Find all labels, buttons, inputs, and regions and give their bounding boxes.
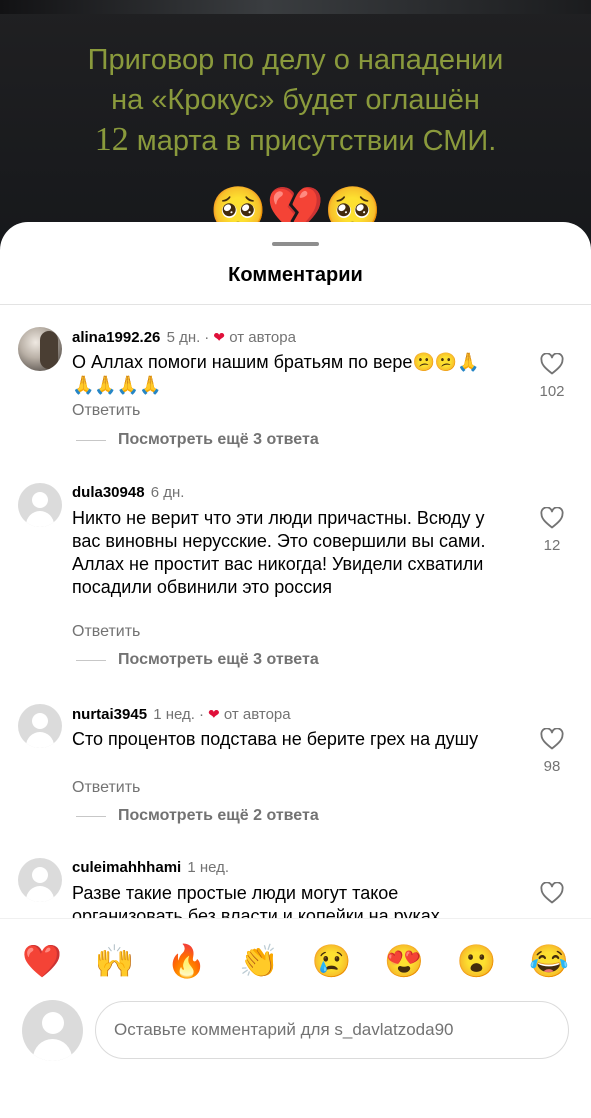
emoji-raised-hands[interactable]: 🙌 — [94, 942, 135, 980]
comment-username[interactable]: alina1992.26 — [72, 329, 160, 346]
comment-text: О Аллах помоги нашим братьям по вере😕😕🙏🙏… — [72, 352, 480, 395]
emoji-fire[interactable]: 🔥 — [167, 942, 207, 980]
liked-by-author-label: от автора — [223, 706, 291, 723]
emoji-reaction-bar: ❤️ 🙌 🔥 👏 😢 😍 😮 😂 — [0, 918, 591, 1002]
heart-outline-icon — [540, 507, 564, 529]
comment-username[interactable]: nurtai3945 — [72, 706, 147, 723]
comment-text: Сто процентов подстава не берите грех на… — [72, 729, 479, 749]
view-more-replies-label: Посмотреть ещё 3 ответа — [118, 431, 319, 448]
comment-username[interactable]: culeimahhhami — [72, 859, 181, 876]
avatar-placeholder-head — [32, 867, 48, 883]
comments-list[interactable]: alina1992.26 5 дн. · ❤ от автора О Аллах п… — [0, 318, 591, 922]
heart-outline-icon — [540, 882, 564, 904]
emoji-heart-eyes[interactable]: 😍 — [384, 942, 424, 980]
replies-line — [76, 440, 106, 441]
post-caption-line-3: 12 марта в присутствии СМИ. — [20, 120, 571, 161]
meta-separator: · — [204, 329, 210, 346]
like-count: 102 — [539, 383, 565, 400]
avatar-placeholder-head — [32, 713, 48, 729]
reply-button[interactable]: Ответить — [72, 623, 140, 641]
like-count: 12 — [543, 537, 561, 554]
emoji-crying[interactable]: 😢 — [312, 942, 352, 980]
reply-button[interactable]: Ответить — [72, 779, 140, 797]
avatar-photo-hair — [40, 331, 58, 369]
replies-line — [76, 660, 106, 661]
emoji-surprised[interactable]: 😮 — [457, 942, 497, 980]
avatar[interactable] — [18, 858, 62, 902]
comment-meta: alina1992.26 5 дн. · ❤ от автора — [72, 327, 296, 348]
avatar-placeholder-body — [26, 732, 54, 748]
avatar-placeholder-body — [26, 511, 54, 527]
emoji-heart[interactable]: ❤️ — [22, 942, 62, 980]
like-button[interactable] — [537, 353, 567, 375]
drag-handle[interactable] — [272, 242, 319, 246]
my-avatar — [22, 1000, 83, 1061]
sheet-title: Комментарии — [228, 264, 363, 286]
sheet-divider — [0, 304, 591, 305]
author-heart-icon: ❤ — [207, 706, 220, 722]
avatar-placeholder-head — [42, 1012, 64, 1034]
avatar[interactable] — [18, 704, 62, 748]
post-caption-line-3-rest: марта в присутствии СМИ. — [128, 125, 497, 157]
meta-separator: · — [198, 706, 204, 723]
avatar-placeholder-body — [26, 886, 54, 902]
post-preview: Приговор по делу о нападении на «Крокус»… — [0, 0, 591, 260]
reply-button[interactable]: Ответить — [72, 402, 140, 420]
like-button[interactable] — [537, 507, 567, 529]
comment-input[interactable] — [95, 1001, 569, 1059]
view-more-replies-label: Посмотреть ещё 3 ответа — [118, 651, 319, 668]
heart-outline-icon — [540, 353, 564, 375]
liked-by-author-label: от автора — [229, 329, 296, 346]
heart-outline-icon — [540, 728, 564, 750]
avatar-placeholder-body — [33, 1039, 72, 1061]
post-caption: Приговор по делу о нападении на «Крокус»… — [20, 40, 571, 161]
author-heart-icon: ❤ — [213, 329, 226, 345]
post-image-strip — [0, 0, 591, 14]
emoji-clapping[interactable]: 👏 — [239, 942, 279, 980]
comment-time: 1 нед. — [187, 859, 230, 876]
replies-line — [76, 816, 106, 817]
emoji-laughing[interactable]: 😂 — [529, 942, 569, 980]
comment-text: Никто не верит что эти люди причастны. В… — [72, 508, 486, 597]
comment-username[interactable]: dula30948 — [72, 484, 145, 501]
comment-time: 6 дн. — [150, 484, 185, 501]
comment-text: Разве такие простые люди могут такое орг… — [72, 883, 440, 922]
comment-meta: nurtai3945 1 нед. · ❤ от автора — [72, 704, 291, 725]
comment-meta: dula30948 6 дн. — [72, 483, 184, 503]
post-caption-number: 12 — [94, 121, 129, 158]
avatar[interactable] — [18, 483, 62, 527]
comment-time: 5 дн. — [166, 329, 201, 346]
avatar[interactable] — [18, 327, 62, 371]
comment-meta: culeimahhhami 1 нед. — [72, 858, 229, 878]
comment-time: 1 нед. — [153, 706, 195, 723]
like-button[interactable] — [537, 882, 567, 904]
avatar-placeholder-head — [32, 492, 48, 508]
like-count: 98 — [543, 758, 561, 775]
view-more-replies-label: Посмотреть ещё 2 ответа — [118, 807, 319, 824]
comment-composer — [0, 1000, 591, 1070]
like-button[interactable] — [537, 728, 567, 750]
post-caption-line-2: на «Крокус» будет оглашён — [111, 84, 480, 116]
post-caption-line-1: Приговор по делу о нападении — [87, 44, 504, 76]
